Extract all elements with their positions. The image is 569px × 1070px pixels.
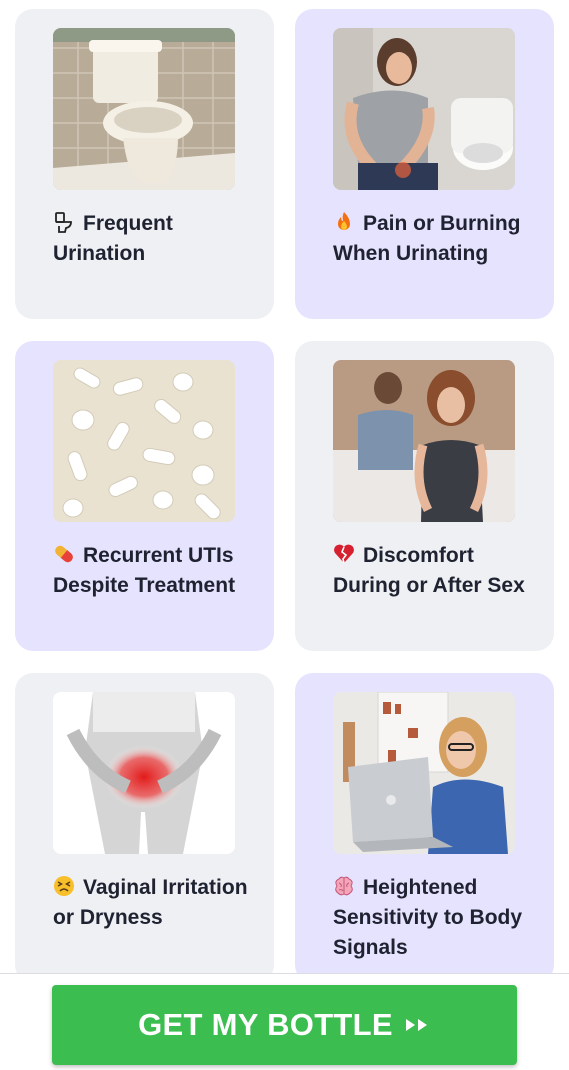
symptom-card-heightened-sensitivity: Heightened Sensitivity to Body Signals xyxy=(295,673,554,983)
cta-label: GET MY BOTTLE xyxy=(138,1007,393,1042)
woman-pain-photo xyxy=(333,28,515,190)
symptom-card-recurrent-utis: Recurrent UTIs Despite Treatment xyxy=(15,341,274,651)
card-title: Frequent Urination xyxy=(53,211,173,265)
card-title: Recurrent UTIs Despite Treatment xyxy=(53,543,236,597)
pelvic-pain-photo xyxy=(53,692,235,854)
double-play-icon xyxy=(403,1015,431,1035)
couple-photo xyxy=(333,360,515,522)
symptom-card-discomfort-sex: Discomfort During or After Sex xyxy=(295,341,554,651)
card-title: Vaginal Irritation or Dryness xyxy=(53,875,248,929)
card-title: Discomfort During or After Sex xyxy=(333,543,525,597)
fire-icon xyxy=(333,211,355,233)
sticky-cta-bar: GET MY BOTTLE xyxy=(0,973,569,1070)
card-title: Pain or Burning When Urinating xyxy=(333,211,521,265)
woman-laptop-photo xyxy=(333,692,515,854)
brain-icon xyxy=(333,875,355,897)
pill-icon xyxy=(53,543,75,565)
persevering-face-icon xyxy=(53,875,75,897)
toilet-icon xyxy=(53,211,75,233)
toilet-photo xyxy=(53,28,235,190)
get-my-bottle-button[interactable]: GET MY BOTTLE xyxy=(52,985,517,1065)
broken-heart-icon xyxy=(333,543,355,565)
pills-photo xyxy=(53,360,235,522)
symptom-card-frequent-urination: Frequent Urination xyxy=(15,9,274,319)
symptom-card-pain-burning: Pain or Burning When Urinating xyxy=(295,9,554,319)
symptom-card-vaginal-irritation: Vaginal Irritation or Dryness xyxy=(15,673,274,983)
card-title: Heightened Sensitivity to Body Signals xyxy=(333,875,523,959)
